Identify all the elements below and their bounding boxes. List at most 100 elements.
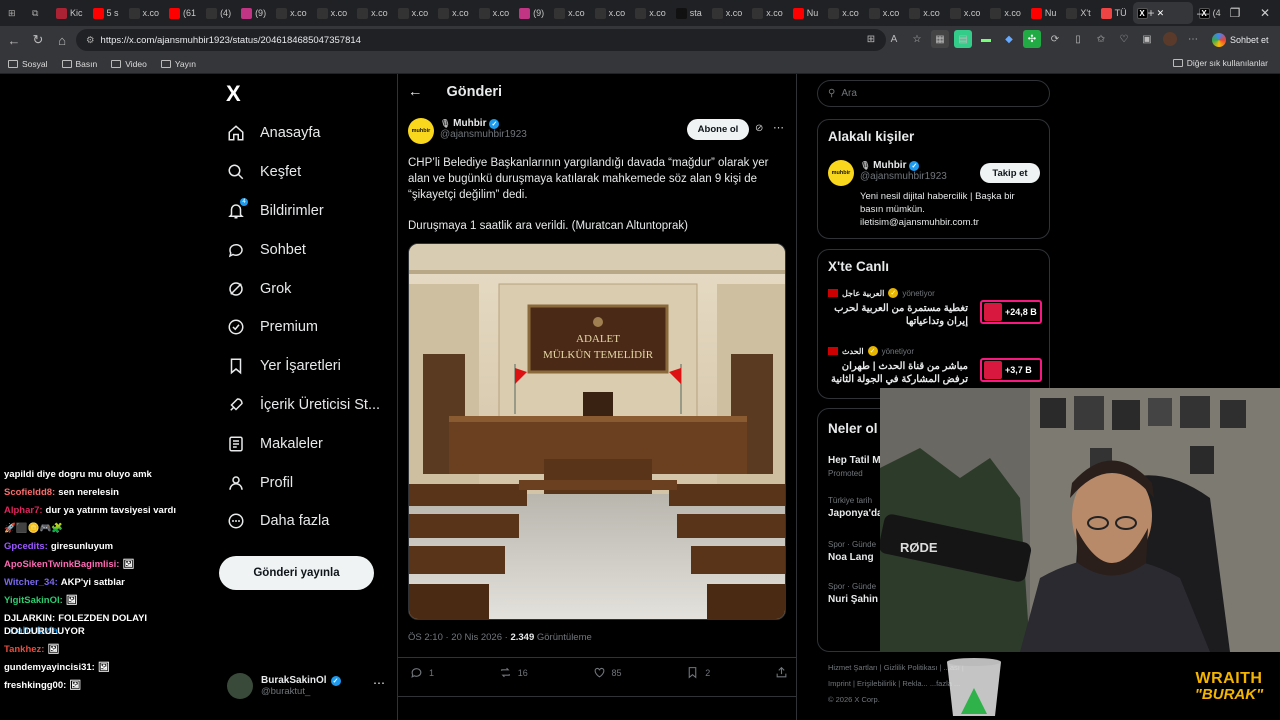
browser-tab[interactable]: x.co bbox=[708, 2, 747, 24]
chat-username[interactable]: Scofieldd8: bbox=[4, 487, 55, 498]
more-icon[interactable]: ⋯ bbox=[373, 676, 385, 690]
browser-tab[interactable]: x.co bbox=[550, 2, 589, 24]
account-switcher[interactable]: BurakSakinOl ✓ @buraktut_ ⋯ bbox=[227, 668, 387, 704]
nav-item-search[interactable]: Keşfet bbox=[222, 153, 392, 192]
nav-item-bell[interactable]: 4 Bildirimler bbox=[222, 192, 392, 231]
other-bookmarks[interactable]: Diğer sık kullanılanlar bbox=[1172, 58, 1268, 68]
nav-item-rocket[interactable]: İçerik Üreticisi St... bbox=[222, 386, 392, 425]
repost-button[interactable]: 16 bbox=[499, 666, 528, 679]
browser-tab[interactable]: Kic bbox=[52, 2, 87, 24]
browser-tab[interactable]: x.co bbox=[824, 2, 863, 24]
browser-tab[interactable]: Nu bbox=[789, 2, 823, 24]
reload-button[interactable]: ↻ bbox=[26, 28, 50, 52]
author-handle[interactable]: @ajansmuhbir1923 bbox=[440, 129, 527, 140]
browser-tab[interactable]: (9) bbox=[515, 2, 548, 24]
like-button[interactable]: 85 bbox=[593, 666, 622, 679]
subscribe-button[interactable]: Abone ol bbox=[687, 119, 749, 140]
bookmark-folder[interactable]: Video bbox=[111, 59, 147, 69]
chat-username[interactable]: YigitSakinOl: bbox=[4, 595, 63, 606]
extension-icon[interactable]: ⟳ bbox=[1046, 30, 1064, 48]
share-button[interactable] bbox=[775, 666, 788, 679]
live-item[interactable]: العربية عاجل ✓ yönetiyor تغطية مستمرة من ال… bbox=[828, 288, 1042, 328]
browser-tab[interactable]: x.co bbox=[905, 2, 944, 24]
post-image[interactable]: ADALET MÜLKÜN TEMELİDİR bbox=[408, 243, 786, 620]
nav-item-article[interactable]: Makaleler bbox=[222, 424, 392, 463]
author-name[interactable]: Muhbir bbox=[453, 118, 486, 129]
chat-username[interactable]: DJLARKIN: bbox=[4, 613, 55, 624]
browser-tab[interactable]: x.co bbox=[353, 2, 392, 24]
favorites-icon[interactable]: ✩ bbox=[1092, 30, 1110, 48]
read-aloud-icon[interactable]: A bbox=[885, 30, 903, 48]
browser-tab[interactable]: x.co bbox=[125, 2, 164, 24]
new-tab-button[interactable]: + bbox=[1136, 4, 1166, 22]
extension-icon[interactable]: ▬ bbox=[977, 30, 995, 48]
chat-username[interactable]: gundemyayincisi31: bbox=[4, 662, 95, 673]
reply-button[interactable]: 1 bbox=[410, 666, 434, 679]
browser-tab[interactable]: X't bbox=[1062, 2, 1094, 24]
nav-item-chat[interactable]: Sohbet bbox=[222, 230, 392, 269]
chat-username[interactable]: Alphar7: bbox=[4, 505, 43, 516]
trend-item[interactable]: Spor · Günde Nuri Şahin bbox=[828, 582, 878, 605]
trend-item[interactable]: Spor · Günde Noa Lang bbox=[828, 540, 876, 563]
maximize-button[interactable]: ❐ bbox=[1220, 4, 1250, 22]
post-button[interactable]: Gönderi yayınla bbox=[219, 556, 374, 590]
browser-tab[interactable]: x.co bbox=[748, 2, 787, 24]
browser-tab[interactable]: (4) bbox=[202, 2, 235, 24]
author-avatar[interactable]: muhbir bbox=[408, 118, 434, 144]
browser-tab[interactable]: x.co bbox=[394, 2, 433, 24]
post-time[interactable]: ÖS 2:10 · 20 Nis 2026 · bbox=[408, 632, 510, 643]
site-info-icon[interactable]: ⚙ bbox=[86, 35, 95, 46]
collections-icon[interactable]: ▣ bbox=[1138, 30, 1156, 48]
minimize-button[interactable]: — bbox=[1188, 4, 1218, 22]
split-screen-icon[interactable]: ▯ bbox=[1069, 30, 1087, 48]
chat-username[interactable]: freshkingg00: bbox=[4, 680, 66, 691]
translate-icon[interactable]: ◆ bbox=[1000, 30, 1018, 48]
copilot-chat-button[interactable]: Sohbet et bbox=[1212, 30, 1276, 50]
bookmark-folder[interactable]: Sosyal bbox=[8, 59, 48, 69]
bookmark-folder[interactable]: Basın bbox=[61, 59, 97, 69]
tab-actions-icon[interactable]: ⧉ bbox=[28, 2, 50, 24]
browser-tab[interactable]: (9) bbox=[237, 2, 270, 24]
browser-tab[interactable]: Nu bbox=[1027, 2, 1061, 24]
related-avatar[interactable]: muhbir bbox=[828, 160, 854, 186]
browser-tab[interactable]: x.co bbox=[865, 2, 904, 24]
trend-item[interactable]: Hep Tatil M Promoted bbox=[828, 452, 881, 478]
related-user[interactable]: 🎙 Muhbir ✓ @ajansmuhbir1923 bbox=[860, 160, 947, 182]
nav-item-home[interactable]: Anasayfa bbox=[222, 114, 392, 153]
browser-tab[interactable]: x.co bbox=[434, 2, 473, 24]
chat-username[interactable]: Tankhez: bbox=[4, 644, 44, 655]
browser-tab[interactable]: x.co bbox=[313, 2, 352, 24]
nav-item-bookmark[interactable]: Yer İşaretleri bbox=[222, 347, 392, 386]
browser-tab[interactable]: sta bbox=[672, 2, 706, 24]
close-window-button[interactable]: ✕ bbox=[1250, 4, 1280, 22]
chat-username[interactable]: Gpcedits: bbox=[4, 541, 48, 552]
more-icon[interactable]: ⋯ bbox=[773, 121, 784, 134]
nav-item-more[interactable]: Daha fazla bbox=[222, 502, 392, 541]
browser-tab[interactable]: TÜ bbox=[1097, 2, 1131, 24]
browser-tab[interactable]: x.co bbox=[946, 2, 985, 24]
browser-tab[interactable]: (61 bbox=[165, 2, 200, 24]
browser-essentials-icon[interactable]: ♡ bbox=[1115, 30, 1133, 48]
back-arrow-icon[interactable]: ← bbox=[408, 84, 423, 100]
back-button[interactable]: ← bbox=[2, 28, 26, 52]
menu-icon[interactable]: ⋯ bbox=[1184, 30, 1202, 48]
bookmark-button[interactable]: 2 bbox=[686, 666, 710, 679]
bookmark-folder[interactable]: Yayın bbox=[160, 59, 196, 69]
app-install-icon[interactable]: ⊞ bbox=[862, 30, 880, 48]
nav-item-premium[interactable]: Premium bbox=[222, 308, 392, 347]
browser-tab[interactable]: x.co bbox=[986, 2, 1025, 24]
extension-icon[interactable]: ▤ bbox=[954, 30, 972, 48]
tab-search-icon[interactable]: ⊞ bbox=[4, 2, 26, 24]
browser-tab[interactable]: x.co bbox=[631, 2, 670, 24]
chat-username[interactable]: Witcher_34: bbox=[4, 577, 58, 588]
follow-button[interactable]: Takip et bbox=[980, 163, 1040, 183]
address-bar[interactable]: ⚙ https://x.com/ajansmuhbir1923/status/2… bbox=[76, 29, 886, 51]
favorite-star-icon[interactable]: ☆ bbox=[908, 30, 926, 48]
browser-tab[interactable]: x.co bbox=[591, 2, 630, 24]
post-author[interactable]: muhbir 🎙 Muhbir ✓ @ajansmuhbir1923 bbox=[408, 118, 527, 144]
browser-tab[interactable]: x.co bbox=[272, 2, 311, 24]
grok-icon[interactable]: ⊘ bbox=[755, 123, 763, 134]
home-button[interactable]: ⌂ bbox=[50, 28, 74, 52]
trend-item[interactable]: Türkiye tarih Japonya'da bbox=[828, 496, 883, 519]
browser-tab[interactable]: x.co bbox=[475, 2, 514, 24]
